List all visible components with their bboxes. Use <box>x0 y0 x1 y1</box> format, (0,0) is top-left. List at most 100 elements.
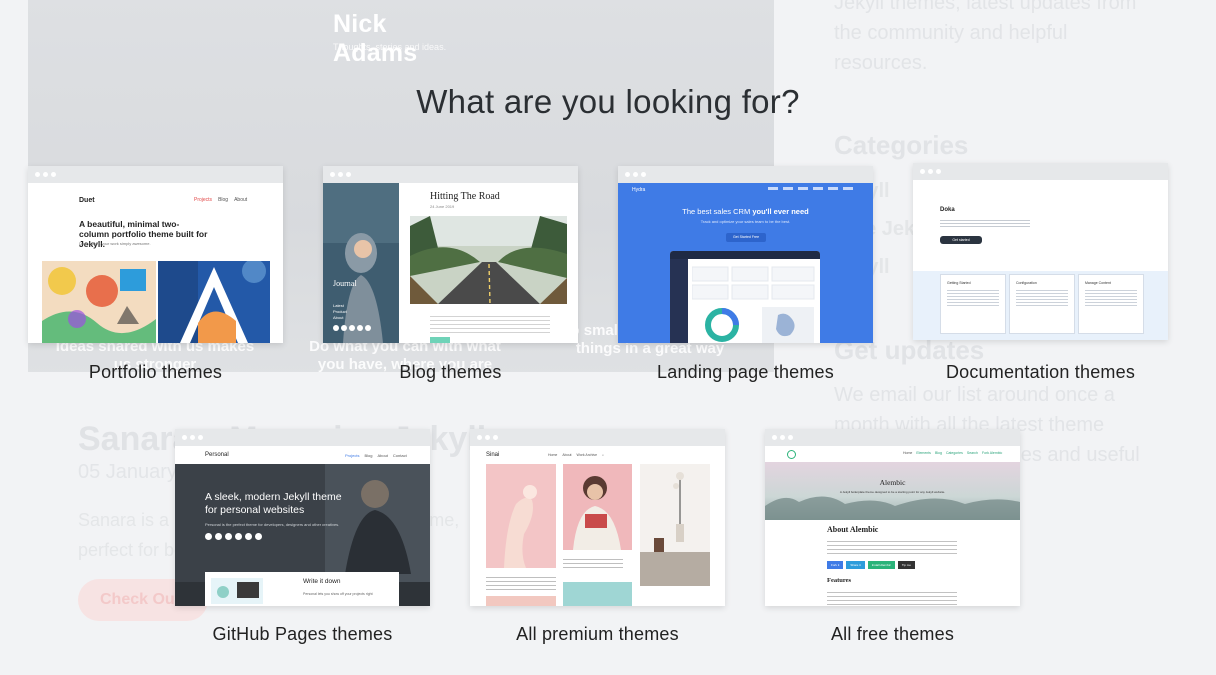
search-icon: ⌕ <box>602 453 605 457</box>
social-icon <box>357 325 363 331</box>
duet-sub: Duet makes your work simply awesome. <box>79 241 151 246</box>
duet-artwork-2 <box>158 261 270 343</box>
window-dot-icon <box>788 435 793 440</box>
docs-card: Configuration <box>1009 274 1075 334</box>
preview-frame: Home Elements Blog Categories Search For… <box>765 429 1020 606</box>
personal-sub: Personal is the perfect theme for develo… <box>205 522 340 527</box>
window-dot-icon <box>780 435 785 440</box>
background-intro-text: Jekyll themes, latest updates from the c… <box>834 0 1137 74</box>
alembic-button: Fork it <box>827 561 844 569</box>
personal-brand: Personal <box>205 452 229 458</box>
window-dot-icon <box>51 172 56 177</box>
card-documentation-themes[interactable]: Doka Get started Getting Started Configu… <box>913 163 1168 382</box>
window-dot-icon <box>633 172 638 177</box>
browser-titlebar <box>765 429 1020 446</box>
duet-nav: Projects Blog About <box>194 197 247 203</box>
sinai-photo-reader <box>563 464 632 550</box>
background-categories-heading: Categories <box>834 130 969 160</box>
project-card-title: Write it down <box>303 578 341 585</box>
landing-cta-button: Get Started Free <box>726 233 766 242</box>
card-github-pages-themes[interactable]: Personal Projects Blog About Contact A s… <box>175 429 430 644</box>
social-icon <box>365 325 371 331</box>
personal-nav-item: Projects <box>345 453 360 458</box>
duet-nav-item: Blog <box>218 197 229 203</box>
window-dot-icon <box>35 172 40 177</box>
preview-frame: Duet Projects Blog About A beautiful, mi… <box>28 166 283 343</box>
alembic-buttons: Fork it Share it Install Alembic Tip me <box>827 561 915 569</box>
card-all-premium-themes[interactable]: Sinai Home About Work Archive ⌕ All prem… <box>470 429 725 644</box>
window-dot-icon <box>641 172 646 177</box>
alembic-button: Share it <box>846 561 865 569</box>
portfolio-screenshot: Duet Projects Blog About A beautiful, mi… <box>28 183 283 343</box>
alembic-hero-sub: A Jekyll boilerplate theme designed to b… <box>839 490 946 494</box>
landing-sub: Track and optimize your sales team to be… <box>700 219 791 224</box>
landing-brand: Hydra <box>632 187 646 193</box>
window-dot-icon <box>330 172 335 177</box>
preview-frame: Journal Latest Product About Hitting The… <box>323 166 578 343</box>
card-label: Landing page themes <box>657 362 834 382</box>
alembic-hero-title: Alembic <box>879 478 906 487</box>
card-label: Documentation themes <box>945 362 1136 382</box>
social-icon <box>245 533 252 540</box>
social-icon <box>255 533 262 540</box>
sinai-nav-item: About <box>562 453 572 457</box>
docs-card-title: Manage Content <box>1085 281 1111 285</box>
preview-frame: Hydra The best sales CRM you'll ever nee… <box>618 166 873 343</box>
personal-nav-item: Blog <box>364 453 373 458</box>
window-dot-icon <box>477 435 482 440</box>
window-dot-icon <box>346 172 351 177</box>
window-dot-icon <box>182 435 187 440</box>
social-icon <box>341 325 347 331</box>
card-portfolio-themes[interactable]: Duet Projects Blog About A beautiful, mi… <box>28 166 283 382</box>
docs-cta-button: Get started <box>940 236 982 244</box>
alembic-nav-item: Fork Alembic <box>981 451 1003 455</box>
card-blog-themes[interactable]: Journal Latest Product About Hitting The… <box>323 166 578 382</box>
alembic-logo-icon <box>787 450 796 459</box>
personal-nav-item: Contact <box>392 453 407 458</box>
modal-title: What are you looking for? <box>416 83 800 120</box>
alembic-nav-item: Categories <box>945 451 963 455</box>
social-icon <box>215 533 222 540</box>
docs-screenshot: Doka Get started Getting Started Configu… <box>913 180 1168 340</box>
sinai-nav-item: Work Archive <box>576 453 598 457</box>
preview-frame: Personal Projects Blog About Contact A s… <box>175 429 430 606</box>
docs-card: Manage Content <box>1078 274 1144 334</box>
window-dot-icon <box>198 435 203 440</box>
landing-headline-a: The best sales CRM <box>682 207 753 216</box>
sinai-photo-hand <box>486 464 556 568</box>
sinai-brand: Sinai <box>486 452 500 458</box>
blog-screenshot: Journal Latest Product About Hitting The… <box>323 183 578 343</box>
blog-social-icons <box>333 325 371 331</box>
browser-titlebar <box>470 429 725 446</box>
duet-brand: Duet <box>79 197 95 204</box>
sinai-photo-teal <box>563 582 632 606</box>
window-dot-icon <box>920 169 925 174</box>
alembic-nav-item: Home <box>903 451 913 455</box>
social-icon <box>205 533 212 540</box>
window-dot-icon <box>485 435 490 440</box>
docs-card: Getting Started <box>940 274 1006 334</box>
landing-headline-b: you'll ever need <box>752 207 809 216</box>
landing-dashboard-mockup <box>670 251 820 343</box>
card-label: Blog themes <box>399 362 502 382</box>
window-dot-icon <box>43 172 48 177</box>
alembic-screenshot: Home Elements Blog Categories Search For… <box>765 446 1020 606</box>
card-label: All free themes <box>830 624 955 644</box>
duet-artwork-1 <box>42 261 156 343</box>
window-dot-icon <box>625 172 630 177</box>
alembic-button: Install Alembic <box>867 561 895 569</box>
sinai-nav-item: Home <box>548 453 558 457</box>
browser-titlebar <box>28 166 283 183</box>
card-all-free-themes[interactable]: Home Elements Blog Categories Search For… <box>765 429 1020 644</box>
dashboard-sidebar <box>670 259 688 343</box>
browser-titlebar <box>323 166 578 183</box>
blog-post-heading: Hitting The Road <box>430 191 500 202</box>
card-label: GitHub Pages themes <box>212 624 393 644</box>
card-landing-page-themes[interactable]: Hydra The best sales CRM you'll ever nee… <box>618 166 873 382</box>
background-site-subtitle: Thoughts, stories and ideas. <box>333 42 447 52</box>
background-post-date: 05 January <box>78 461 177 483</box>
blog-side-title: Journal <box>333 279 357 288</box>
background-site-title: Nick Adams <box>333 10 418 67</box>
window-dot-icon <box>772 435 777 440</box>
sinai-post-text <box>486 574 556 590</box>
